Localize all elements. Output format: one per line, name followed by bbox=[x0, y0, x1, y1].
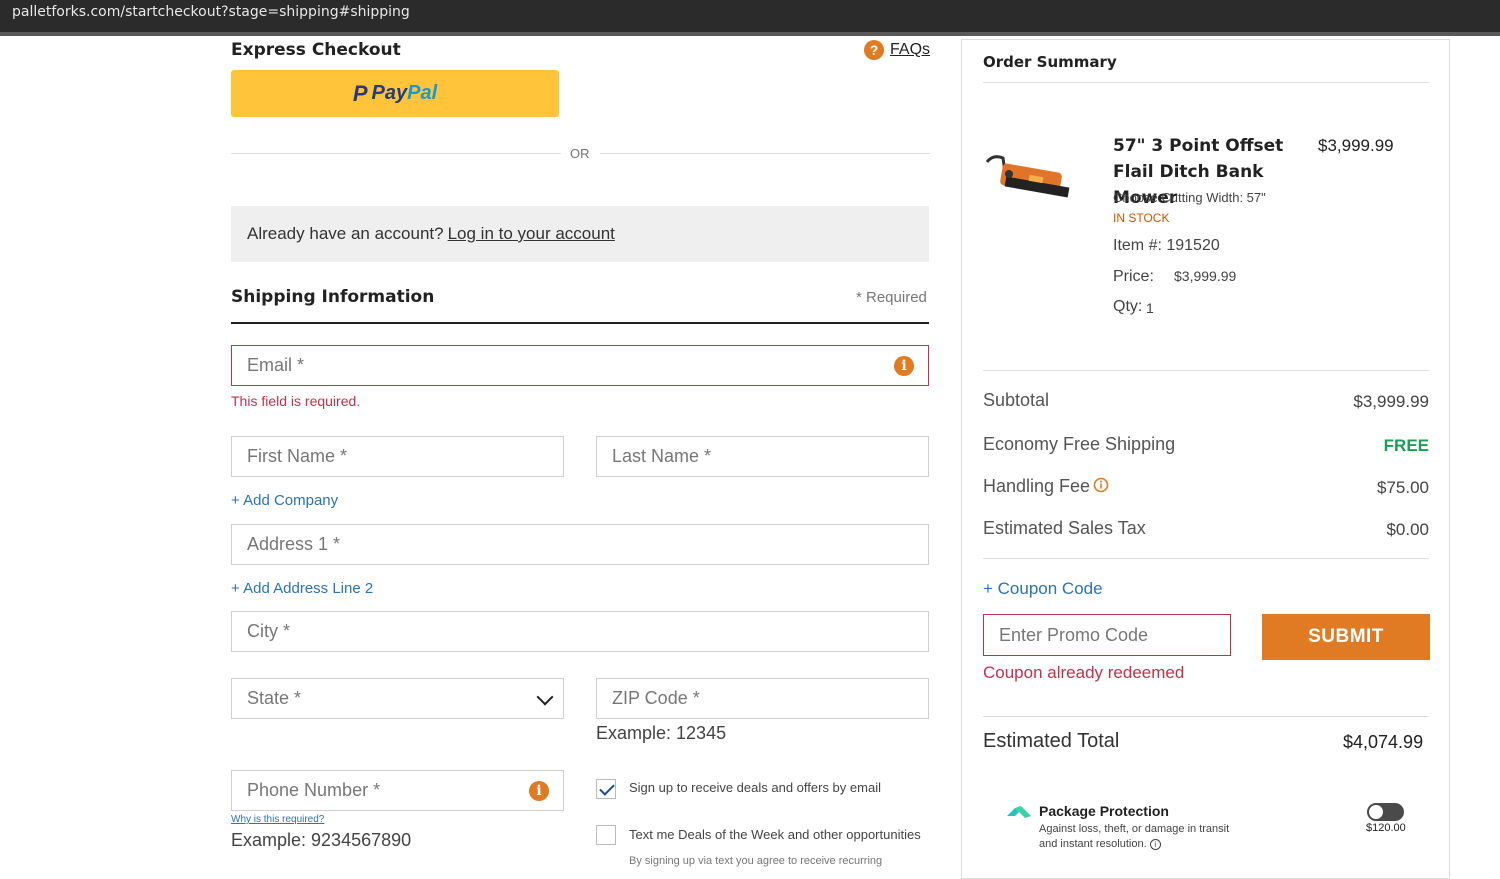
shipping-divider bbox=[231, 322, 929, 324]
browser-divider bbox=[0, 32, 1500, 36]
paypal-icon: P bbox=[352, 80, 368, 106]
package-protection-price: $120.00 bbox=[1366, 822, 1406, 834]
order-summary-title: Order Summary bbox=[983, 53, 1117, 71]
tax-label: Estimated Sales Tax bbox=[983, 518, 1146, 538]
add-company-link[interactable]: + Add Company bbox=[231, 492, 338, 509]
sms-optin-checkbox[interactable] bbox=[596, 825, 616, 845]
estimated-total-value: $4,074.99 bbox=[1343, 732, 1424, 752]
product-image bbox=[985, 155, 1070, 198]
qty-value: 1 bbox=[1146, 300, 1154, 316]
email-placeholder: Email * bbox=[247, 355, 305, 375]
why-required-link[interactable]: Why is this required? bbox=[231, 814, 324, 825]
stock-status: IN STOCK bbox=[1113, 211, 1170, 225]
package-protection-text: Against loss, theft, or damage in transi… bbox=[1039, 823, 1230, 850]
account-banner: Already have an account? Log in to your … bbox=[231, 206, 929, 262]
handling-label: Handling Fee bbox=[983, 476, 1091, 496]
paypal-label-pay: Pay bbox=[371, 82, 408, 104]
summary-divider bbox=[983, 558, 1429, 559]
coupon-error: Coupon already redeemed bbox=[983, 663, 1185, 682]
email-field[interactable]: Email * i bbox=[231, 345, 929, 386]
handling-value: $75.00 bbox=[1377, 478, 1429, 497]
submit-coupon-button[interactable]: SUBMIT bbox=[1262, 614, 1430, 660]
first-name-field[interactable]: First Name * bbox=[231, 436, 564, 477]
help-icon: ? bbox=[864, 40, 884, 60]
tax-value: $0.00 bbox=[1386, 520, 1429, 539]
paypal-button[interactable]: P Pay Pal bbox=[231, 70, 559, 117]
shipping-title: Shipping Information bbox=[231, 287, 435, 307]
phone-field[interactable]: Phone Number * i bbox=[231, 770, 564, 811]
price-label: Price: bbox=[1113, 268, 1154, 285]
or-separator: OR bbox=[570, 146, 590, 161]
sms-optin-label: Text me Deals of the Week and other oppo… bbox=[629, 827, 921, 842]
divider-right bbox=[600, 153, 930, 154]
package-protection-description: Against loss, theft, or damage in transi… bbox=[1039, 822, 1249, 852]
package-protection-toggle[interactable] bbox=[1367, 803, 1404, 821]
zip-example: Example: 12345 bbox=[596, 723, 727, 743]
summary-divider bbox=[983, 82, 1429, 83]
estimated-total-label: Estimated Total bbox=[983, 730, 1120, 752]
phone-placeholder: Phone Number * bbox=[247, 780, 381, 800]
product-item-number: Item #: 191520 bbox=[1113, 237, 1220, 254]
express-checkout-title: Express Checkout bbox=[231, 40, 401, 60]
product-option: Choose Cutting Width: 57" bbox=[1113, 190, 1266, 205]
address1-field[interactable]: Address 1 * bbox=[231, 524, 929, 565]
handling-info-icon[interactable] bbox=[1093, 477, 1109, 493]
paypal-label-pal: Pal bbox=[407, 82, 438, 104]
price-value: $3,999.99 bbox=[1174, 268, 1237, 284]
first-name-placeholder: First Name * bbox=[247, 446, 348, 466]
address1-placeholder: Address 1 * bbox=[247, 534, 341, 554]
zip-field[interactable]: ZIP Code * bbox=[596, 678, 929, 719]
required-note: * Required bbox=[856, 289, 927, 306]
promo-placeholder: Enter Promo Code bbox=[999, 624, 1149, 645]
email-optin-checkbox[interactable] bbox=[596, 779, 616, 799]
summary-divider bbox=[983, 370, 1429, 371]
zip-placeholder: ZIP Code * bbox=[612, 688, 700, 708]
package-protection-icon bbox=[1007, 806, 1031, 818]
info-icon: i bbox=[529, 781, 549, 801]
info-icon[interactable]: i bbox=[1149, 839, 1161, 850]
shipping-value: FREE bbox=[1383, 436, 1429, 455]
promo-code-input[interactable]: Enter Promo Code bbox=[983, 614, 1231, 656]
last-name-field[interactable]: Last Name * bbox=[596, 436, 929, 477]
browser-url-bar[interactable]: palletforks.com/startcheckout?stage=ship… bbox=[0, 0, 1500, 32]
state-placeholder: State * bbox=[247, 688, 302, 708]
qty-label: Qty: bbox=[1113, 298, 1143, 315]
faq-link[interactable]: FAQs bbox=[890, 41, 930, 59]
faq-link-group[interactable]: ? FAQs bbox=[864, 40, 930, 60]
coupon-code-link[interactable]: + Coupon Code bbox=[983, 579, 1103, 599]
last-name-placeholder: Last Name * bbox=[612, 446, 712, 466]
phone-example: Example: 9234567890 bbox=[231, 830, 412, 850]
add-address2-link[interactable]: + Add Address Line 2 bbox=[231, 580, 373, 597]
subtotal-label: Subtotal bbox=[983, 390, 1050, 410]
login-link[interactable]: Log in to your account bbox=[448, 224, 615, 244]
city-field[interactable]: City * bbox=[231, 611, 929, 652]
divider-left bbox=[231, 153, 561, 154]
url-text[interactable]: palletforks.com/startcheckout?stage=ship… bbox=[12, 4, 410, 20]
state-select[interactable]: State * bbox=[231, 678, 564, 719]
package-protection-title: Package Protection bbox=[1039, 803, 1169, 819]
product-price: $3,999.99 bbox=[1318, 136, 1394, 155]
chevron-down-icon bbox=[536, 688, 554, 706]
city-placeholder: City * bbox=[247, 621, 291, 641]
shipping-label: Economy Free Shipping bbox=[983, 434, 1176, 454]
info-icon: i bbox=[894, 356, 914, 376]
summary-divider bbox=[983, 716, 1429, 717]
account-prompt: Already have an account? bbox=[247, 224, 444, 243]
sms-fineprint: By signing up via text you agree to rece… bbox=[629, 855, 883, 867]
email-optin-label: Sign up to receive deals and offers by e… bbox=[629, 780, 881, 795]
subtotal-value: $3,999.99 bbox=[1353, 392, 1429, 411]
email-error: This field is required. bbox=[231, 393, 361, 409]
